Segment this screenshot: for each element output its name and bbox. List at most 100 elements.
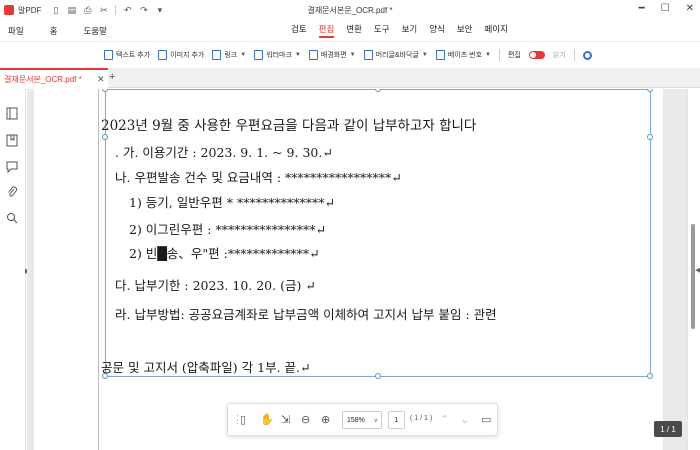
doc-line-mail-count: 나. 우편발송 건수 및 요금내역 : *****************↵ xyxy=(115,170,402,185)
separator xyxy=(498,49,500,61)
doc-line-period: . 가. 이용기간 : 2023. 9. 1. ~ 9. 30.↵ xyxy=(115,145,333,160)
text-icon xyxy=(104,50,113,60)
image-icon xyxy=(158,50,168,60)
page-margin-line xyxy=(98,89,99,450)
title-bar: 알PDF ▯ ▤ ⎙ ✂ ↶ ↷ ▾ 결재문서본문_OCR.pdf * ━ ☐ … xyxy=(0,0,700,20)
menu-file[interactable]: 파일 xyxy=(8,25,24,37)
tab-label: 결재문서본_OCR.pdf * xyxy=(4,74,82,84)
customize-toolbar-icon[interactable]: ▾ xyxy=(155,5,164,16)
next-page-icon[interactable]: ⌄ xyxy=(460,413,469,426)
left-sidebar: ▶ xyxy=(0,89,30,450)
zoom-select[interactable]: 158% ∨ xyxy=(342,411,382,429)
menu-bar: 파일 홈 도움말 검토 편집 변환 도구 보기 양식 보안 페이지 xyxy=(0,20,700,42)
bates-number-button[interactable]: 베이츠 번호 ▼ xyxy=(435,50,491,60)
menu-view[interactable]: 보기 xyxy=(402,23,418,38)
panel-icon[interactable] xyxy=(6,107,18,120)
menu-help[interactable]: 도움말 xyxy=(83,25,106,37)
resize-handle[interactable] xyxy=(647,89,653,92)
link-button[interactable]: 링크 ▼ xyxy=(212,50,246,60)
search-icon[interactable] xyxy=(6,212,18,225)
read-mode-label: 읽기 xyxy=(552,52,566,59)
resize-handle[interactable] xyxy=(102,89,108,92)
vertical-scrollbar[interactable]: ◀ xyxy=(687,89,700,450)
close-button[interactable]: ✕ xyxy=(686,3,694,14)
edit-toolbar: 텍스트 추가 이미지 추가 링크 ▼ 워터마크 ▼ 배경화면 ▼ 머리글&바닥글… xyxy=(0,43,700,67)
edit-mode-label: 편집 xyxy=(507,52,521,59)
doc-line-item-3: 2) 빈█송、우"편 :*************↵ xyxy=(129,246,320,261)
close-icon[interactable]: ✕ xyxy=(97,74,105,85)
chevron-down-icon: ▼ xyxy=(349,52,356,58)
pdf-page: 2023년 9월 중 사용한 우편요금을 다음과 같이 납부하고자 합니다 . … xyxy=(34,89,663,450)
resize-handle[interactable] xyxy=(647,373,653,379)
collapse-right-panel-icon[interactable]: ◀ xyxy=(695,266,700,274)
background-button[interactable]: 배경화면 ▼ xyxy=(308,50,356,60)
link-icon xyxy=(212,50,222,60)
document-tab-bar: 결재문서본_OCR.pdf * ✕ + xyxy=(0,68,700,88)
doc-line-intro: 2023년 9월 중 사용한 우편요금을 다음과 같이 납부하고자 합니다 xyxy=(101,118,477,134)
attachment-icon[interactable] xyxy=(6,186,18,199)
watermark-button[interactable]: 워터마크 ▼ xyxy=(254,50,301,60)
resize-handle[interactable] xyxy=(375,373,381,379)
bookmark-icon[interactable] xyxy=(6,134,18,147)
single-page-view-icon[interactable]: ▯ xyxy=(240,413,246,426)
menu-convert[interactable]: 변환 xyxy=(346,23,362,38)
bates-icon xyxy=(435,50,445,60)
edit-read-toggle[interactable] xyxy=(528,51,545,59)
resize-handle[interactable] xyxy=(102,134,108,140)
tab-document[interactable]: 결재문서본_OCR.pdf * ✕ xyxy=(0,68,108,88)
redo-icon[interactable]: ↷ xyxy=(139,5,148,16)
page-number-input[interactable]: 1 xyxy=(388,411,405,429)
chevron-down-icon: ▼ xyxy=(294,52,301,58)
add-text-button[interactable]: 텍스트 추가 xyxy=(104,50,150,60)
zoom-in-icon[interactable]: ⊕ xyxy=(321,413,330,426)
previous-page-icon[interactable]: ⌃ xyxy=(440,413,449,426)
add-image-button[interactable]: 이미지 추가 xyxy=(158,50,204,60)
chevron-down-icon: ▼ xyxy=(485,52,491,58)
maximize-button[interactable]: ☐ xyxy=(661,3,670,14)
new-tab-icon[interactable]: + xyxy=(109,71,115,83)
background-icon xyxy=(308,50,318,60)
hand-tool-icon[interactable]: ✋ xyxy=(260,413,274,426)
menu-tools[interactable]: 도구 xyxy=(374,23,390,38)
doc-line-payment-method: 라. 납부방법: 공공요금계좌로 납부금액 이체하여 고지서 납부 붙임 : 관… xyxy=(115,307,497,322)
comment-icon[interactable] xyxy=(6,160,18,173)
zoom-out-icon[interactable]: ⊖ xyxy=(301,413,310,426)
window-controls: ━ ☐ ✕ xyxy=(639,3,694,14)
header-footer-icon xyxy=(363,50,373,60)
doc-line-due-date: 다. 납부기한 : 2023. 10. 20. (금) ↵ xyxy=(115,278,316,293)
app-name: 알PDF xyxy=(18,5,42,15)
settings-icon[interactable] xyxy=(582,50,592,60)
resize-handle[interactable] xyxy=(375,89,381,92)
menu-review[interactable]: 검토 xyxy=(291,23,307,38)
minimize-button[interactable]: ━ xyxy=(639,3,645,14)
menu-edit[interactable]: 편집 xyxy=(318,23,335,38)
doc-line-item-1: 1) 등기, 일반우편 * **************↵ xyxy=(129,195,335,210)
scissors-icon[interactable]: ✂ xyxy=(99,5,108,16)
separator xyxy=(115,5,117,15)
print-icon[interactable]: ⎙ xyxy=(83,5,92,16)
doc-line-item-2: 2) 이그린우편 : ****************↵ xyxy=(129,222,326,237)
menu-home[interactable]: 홈 xyxy=(50,25,58,37)
new-file-icon[interactable]: ▤ xyxy=(67,5,77,16)
page-indicator-badge: 1 / 1 xyxy=(654,421,682,437)
page-count: ( 1 / 1 ) xyxy=(410,415,433,422)
doc-line-attachment: 공문 및 고지서 (압축파일) 각 1부. 끝.↵ xyxy=(101,360,311,375)
fit-page-icon[interactable]: ▭ xyxy=(481,413,491,426)
chevron-down-icon: ∨ xyxy=(373,417,378,424)
header-footer-button[interactable]: 머리글&바닥글 ▼ xyxy=(363,50,428,60)
separator xyxy=(573,49,575,61)
menu-page[interactable]: 페이지 xyxy=(484,23,507,38)
select-tool-icon[interactable]: ⇲ xyxy=(281,413,290,426)
menu-form[interactable]: 양식 xyxy=(429,23,445,38)
chevron-down-icon: ▼ xyxy=(240,52,247,58)
app-logo xyxy=(4,5,14,15)
watermark-icon xyxy=(254,50,264,60)
menu-security[interactable]: 보안 xyxy=(457,23,473,38)
undo-icon[interactable]: ↶ xyxy=(123,5,132,16)
resize-handle[interactable] xyxy=(647,134,653,140)
page-navigation-toolbar: ⋮ ▯ ✋ ⇲ ⊖ ⊕ 158% ∨ 1 ( 1 / 1 ) ⌃ ⌄ ▭ xyxy=(227,403,498,436)
quick-access-toolbar: ▯ ▤ ⎙ ✂ ↶ ↷ ▾ xyxy=(51,5,164,16)
scrollbar-thumb[interactable] xyxy=(691,224,695,329)
save-icon[interactable]: ▯ xyxy=(51,5,60,16)
document-viewport: 2023년 9월 중 사용한 우편요금을 다음과 같이 납부하고자 합니다 . … xyxy=(27,89,687,450)
